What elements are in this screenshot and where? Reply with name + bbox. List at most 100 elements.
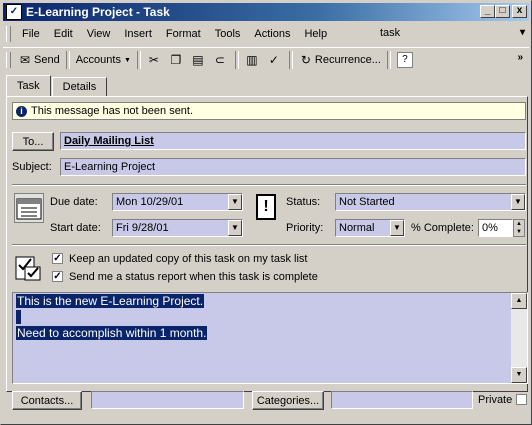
info-message: This message has not been sent. [31, 105, 194, 117]
menu-insert[interactable]: Insert [117, 28, 159, 40]
menu-format[interactable]: Format [159, 28, 208, 40]
tab-details[interactable]: Details [51, 77, 108, 96]
minimize-button[interactable]: _ [480, 5, 495, 18]
help-icon: ? [396, 52, 413, 68]
cut-button[interactable]: ✂ [144, 50, 166, 70]
categories-button[interactable]: Categories... [252, 391, 324, 410]
copy-button[interactable]: ❐ [166, 50, 188, 70]
due-date-label: Due date: [50, 196, 98, 208]
notes-scrollbar[interactable]: ▲ ▼ [511, 293, 527, 383]
start-date-label: Start date: [50, 222, 101, 234]
recurrence-icon: ↻ [300, 53, 311, 67]
priority-label: Priority: [286, 222, 324, 234]
close-button[interactable]: x [512, 5, 527, 18]
notes-line-3: Need to accomplish within 1 month. [16, 326, 208, 340]
menu-edit[interactable]: Edit [47, 28, 80, 40]
private-checkbox[interactable] [516, 394, 527, 405]
due-date-combo[interactable]: Mon 10/29/01 ▼ [112, 193, 243, 211]
percent-spinner[interactable]: ▲ ▼ [513, 219, 525, 237]
scroll-up-icon[interactable]: ▲ [511, 293, 527, 309]
contacts-button[interactable]: Contacts... [12, 391, 82, 410]
accounts-label: Accounts [75, 54, 121, 66]
send-report-checkbox[interactable]: ✓ [52, 271, 63, 282]
priority-combo[interactable]: Normal ▼ [335, 219, 405, 237]
due-date-value: Mon 10/29/01 [116, 196, 184, 208]
toolbar-separator [234, 51, 239, 69]
info-icon: i [16, 105, 27, 117]
divider [12, 184, 526, 186]
help-button[interactable]: ? [394, 50, 418, 70]
toolbar-grip[interactable] [6, 52, 11, 68]
standard-toolbar: ✉ Send Accounts ▼ ✂ ❐ ▤ ⊂ ▥ ✓ ↻ Recurren… [3, 47, 529, 72]
percent-complete-label: % Complete: [411, 222, 474, 234]
toolbar-separator [136, 51, 141, 69]
spin-down-icon[interactable]: ▼ [514, 228, 524, 236]
to-field[interactable]: Daily Mailing List [60, 132, 526, 150]
contacts-field[interactable] [91, 391, 244, 409]
menu-bar: File Edit View Insert Format Tools Actio… [3, 24, 529, 44]
priority-value: Normal [339, 222, 375, 234]
send-button[interactable]: ✉ Send [15, 50, 63, 70]
attach-button[interactable]: ⊂ [210, 50, 232, 70]
to-button[interactable]: To... [12, 132, 54, 151]
check-names-icon: ✓ [268, 53, 279, 67]
categories-field[interactable] [331, 391, 473, 409]
send-icon: ✉ [19, 53, 31, 67]
address-book-button[interactable]: ▥ [242, 50, 264, 70]
check-names-button[interactable]: ✓ [264, 50, 286, 70]
status-chevron-down-icon[interactable]: ▼ [511, 194, 525, 210]
accounts-button[interactable]: Accounts ▼ [73, 50, 134, 70]
menu-file[interactable]: File [15, 28, 47, 40]
due-date-chevron-down-icon[interactable]: ▼ [228, 194, 242, 210]
toolbar-chevron-icon[interactable]: » [517, 52, 523, 63]
ask-question-box[interactable]: task [380, 27, 510, 41]
notes-line-1: This is the new E-Learning Project. [16, 294, 205, 308]
calendar-icon [14, 193, 44, 223]
paperclip-icon: ⊂ [214, 53, 225, 67]
priority-chevron-down-icon[interactable]: ▼ [390, 220, 404, 236]
status-value: Not Started [339, 196, 395, 208]
info-bar: i This message has not been sent. [12, 102, 526, 120]
window-controls: _ □ x [480, 5, 527, 18]
notes-body[interactable]: This is the new E-Learning Project. Need… [12, 292, 528, 384]
keep-copy-label: Keep an updated copy of this task on my … [69, 253, 308, 265]
percent-complete-field[interactable]: 0% [478, 219, 513, 237]
private-label: Private [478, 394, 513, 406]
status-combo[interactable]: Not Started ▼ [335, 193, 526, 211]
menu-tools[interactable]: Tools [208, 28, 248, 40]
start-date-combo[interactable]: Fri 9/28/01 ▼ [112, 219, 243, 237]
start-date-chevron-down-icon[interactable]: ▼ [228, 220, 242, 236]
menu-grip[interactable] [6, 26, 11, 42]
scissors-icon: ✂ [148, 53, 159, 67]
tab-task[interactable]: Task [6, 75, 51, 96]
start-date-value: Fri 9/28/01 [116, 222, 169, 234]
recurrence-button[interactable]: ↻ Recurrence... [296, 50, 384, 70]
address-book-icon: ▥ [246, 53, 258, 67]
menu-help[interactable]: Help [297, 28, 334, 40]
task-checklist-icon [13, 253, 43, 283]
menu-actions[interactable]: Actions [247, 28, 297, 40]
status-label: Status: [286, 196, 321, 208]
maximize-button[interactable]: □ [495, 5, 510, 18]
menu-chevron-down-icon[interactable]: ▾ [520, 27, 525, 38]
spin-up-icon[interactable]: ▲ [514, 220, 524, 228]
title-bar[interactable]: ✓ E-Learning Project - Task _ □ x [3, 3, 529, 21]
toolbar-separator [288, 51, 293, 69]
paste-button[interactable]: ▤ [188, 50, 210, 70]
scroll-down-icon[interactable]: ▼ [511, 367, 527, 383]
send-label: Send [34, 54, 60, 66]
menu-view[interactable]: View [80, 28, 118, 40]
copy-icon: ❐ [170, 53, 182, 67]
exclamation-icon: ! [256, 194, 276, 220]
keep-copy-checkbox[interactable]: ✓ [52, 253, 63, 264]
toolbar-separator [386, 51, 391, 69]
accounts-chevron-down-icon: ▼ [123, 56, 131, 64]
checkmark-icon: ✓ [6, 4, 22, 20]
clipboard-icon: ▤ [192, 53, 204, 67]
window-title: E-Learning Project - Task [26, 5, 170, 19]
recurrence-label: Recurrence... [314, 54, 381, 66]
toolbar-separator [65, 51, 70, 69]
subject-field[interactable]: E-Learning Project [60, 158, 526, 176]
task-window: ✓ E-Learning Project - Task _ □ x File E… [0, 0, 532, 425]
subject-label: Subject: [12, 161, 52, 173]
